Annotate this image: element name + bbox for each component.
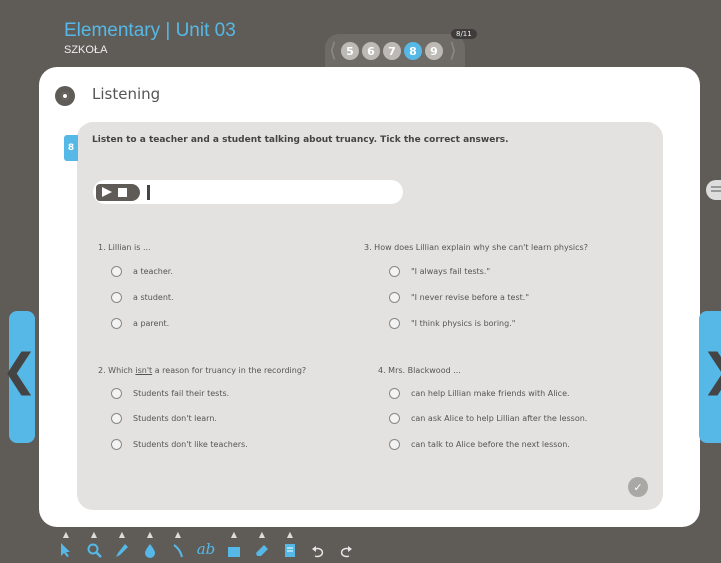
page-dot-7[interactable]: 7 (383, 42, 401, 60)
radio-button[interactable] (389, 318, 400, 329)
option-label: a parent. (133, 319, 170, 328)
radio-button[interactable] (389, 292, 400, 303)
chevron-left-icon: ❮ (1, 345, 38, 396)
line-icon[interactable]: ▲ (164, 530, 192, 560)
option-label: "I think physics is boring." (411, 319, 516, 328)
pager-prev-icon[interactable]: ⟨ (329, 38, 337, 62)
audio-position-marker[interactable] (147, 185, 150, 200)
question-2-option-a[interactable]: Students fail their tests. (111, 388, 229, 399)
chevron-right-icon: ❯ (701, 349, 721, 393)
exercise-instruction: Listen to a teacher and a student talkin… (92, 135, 509, 145)
option-label: can help Lillian make friends with Alice… (411, 389, 570, 398)
text-tool-label: ab (196, 540, 216, 558)
question-4-option-b[interactable]: can ask Alice to help Lillian after the … (389, 413, 587, 424)
option-label: can talk to Alice before the next lesson… (411, 440, 570, 449)
question-2-text: 2. Which isn't a reason for truancy in t… (98, 366, 306, 375)
question-2-text-start: 2. Which (98, 366, 136, 375)
radio-button[interactable] (389, 266, 400, 277)
side-menu-handle-icon[interactable] (706, 180, 721, 200)
undo-icon[interactable] (304, 532, 332, 560)
page-count-badge: 8/11 (451, 29, 477, 39)
question-3-option-c[interactable]: "I think physics is boring." (389, 318, 515, 329)
option-label: Students fail their tests. (133, 389, 230, 398)
radio-button[interactable] (111, 413, 122, 424)
page-icon[interactable]: ▲ (276, 530, 304, 560)
option-label: a teacher. (133, 267, 173, 276)
page-navigator: ⟨ 5 6 7 8 9 ⟩ (325, 34, 465, 68)
question-1-option-b[interactable]: a student. (111, 292, 174, 303)
question-3-option-a[interactable]: "I always fail tests." (389, 266, 490, 277)
zoom-icon[interactable]: ▲ (80, 530, 108, 560)
radio-button[interactable] (111, 439, 122, 450)
radio-button[interactable] (111, 292, 122, 303)
text-tool-icon[interactable]: ab (192, 532, 220, 560)
pager-next-icon[interactable]: ⟩ (449, 38, 457, 62)
radio-button[interactable] (389, 388, 400, 399)
eraser-icon[interactable]: ▲ (248, 530, 276, 560)
question-1-option-c[interactable]: a parent. (111, 318, 169, 329)
question-2-text-underlined: isn't (135, 366, 153, 375)
header-title: Elementary | Unit 03 (64, 20, 236, 41)
question-4-option-a[interactable]: can help Lillian make friends with Alice… (389, 388, 570, 399)
next-page-button[interactable]: ❯ (699, 311, 721, 443)
option-label: Students don't learn. (133, 414, 217, 423)
pencil-icon[interactable]: ▲ (108, 530, 136, 560)
page-dot-8[interactable]: 8 (404, 42, 422, 60)
question-4-option-c[interactable]: can talk to Alice before the next lesson… (389, 439, 570, 450)
drawing-toolbar: ▲ ▲ ▲ ▲ ▲ ab ▲ ▲ ▲ (52, 530, 360, 560)
question-2-option-b[interactable]: Students don't learn. (111, 413, 217, 424)
record-icon (55, 86, 75, 106)
question-3-option-b[interactable]: "I never revise before a test." (389, 292, 529, 303)
radio-button[interactable] (111, 318, 122, 329)
prev-page-button[interactable]: ❮ (1, 311, 38, 443)
check-answers-button[interactable]: ✓ (628, 477, 648, 497)
radio-button[interactable] (111, 388, 122, 399)
header-subtitle: SZKOŁA (64, 44, 108, 56)
radio-button[interactable] (389, 439, 400, 450)
question-1-option-a[interactable]: a teacher. (111, 266, 173, 277)
rectangle-icon[interactable]: ▲ (220, 530, 248, 560)
play-icon[interactable] (102, 187, 112, 197)
pointer-icon[interactable]: ▲ (52, 530, 80, 560)
audio-controls (96, 184, 140, 201)
page-dot-9[interactable]: 9 (425, 42, 443, 60)
radio-button[interactable] (389, 413, 400, 424)
section-title: Listening (92, 85, 161, 103)
question-3-text: 3. How does Lillian explain why she can'… (364, 243, 588, 252)
page-dot-5[interactable]: 5 (341, 42, 359, 60)
page-dot-6[interactable]: 6 (362, 42, 380, 60)
option-label: a student. (133, 293, 174, 302)
fill-icon[interactable]: ▲ (136, 530, 164, 560)
stop-icon[interactable] (118, 188, 127, 197)
option-label: "I always fail tests." (411, 267, 491, 276)
question-2-option-c[interactable]: Students don't like teachers. (111, 439, 248, 450)
option-label: Students don't like teachers. (133, 440, 248, 449)
question-1-text: 1. Lillian is ... (98, 243, 151, 252)
radio-button[interactable] (111, 266, 122, 277)
question-2-text-end: a reason for truancy in the recording? (152, 366, 307, 375)
question-4-text: 4. Mrs. Blackwood ... (378, 366, 461, 375)
exercise-number-badge: 8 (64, 135, 78, 161)
redo-icon[interactable] (332, 532, 360, 560)
option-label: "I never revise before a test." (411, 293, 530, 302)
option-label: can ask Alice to help Lillian after the … (411, 414, 588, 423)
